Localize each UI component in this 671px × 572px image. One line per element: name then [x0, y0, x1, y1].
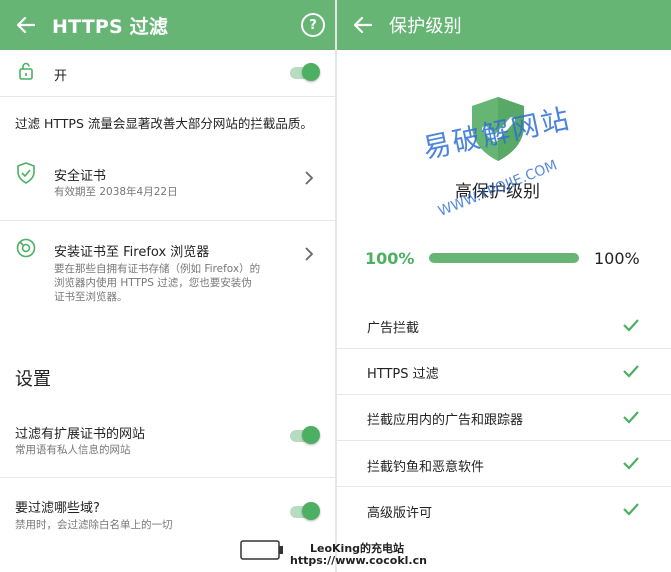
check-icon: [623, 411, 639, 424]
firefox-desc-line: 要在那些自拥有证书存储（例如 Firefox）的: [54, 263, 261, 275]
firefox-title: 安装证书至 Firefox 浏览器: [54, 245, 210, 260]
feature-item: 拦截钓鱼和恶意软件: [337, 441, 671, 486]
footer-branding: LeoKing的充电站 https://www.cocokl.cn: [0, 540, 671, 572]
filter-domains-setting-row[interactable]: 要过滤哪些域? 禁用时，会过滤除白名单上的一切: [0, 478, 335, 540]
check-icon: [623, 503, 639, 516]
feature-label: 广告拦截: [367, 321, 420, 336]
extended-cert-setting-row[interactable]: 过滤有扩展证书的网站 常用语有私人信息的网站: [0, 405, 335, 475]
feature-item: HTTPS 过滤: [337, 349, 671, 394]
https-filtering-screen: HTTPS 过滤 ? 开 过滤 HTTPS 流量会显著改善大部分网站的拦截品质。…: [0, 0, 335, 572]
progress-percent-left: 100%: [365, 249, 415, 268]
feature-label: HTTPS 过滤: [367, 367, 439, 382]
feature-label: 拦截应用内的广告和跟踪器: [367, 413, 524, 428]
lock-icon: [19, 62, 33, 80]
firefox-desc-line: 浏览器内使用 HTTPS 过滤，您也要安装伪: [54, 277, 252, 289]
filter-domains-toggle[interactable]: [286, 502, 320, 520]
feature-item: 拦截应用内的广告和跟踪器: [337, 395, 671, 440]
main-toggle-row[interactable]: 开: [0, 50, 335, 95]
check-icon: [623, 365, 639, 378]
progress-fill: [429, 253, 579, 263]
setting-subtitle: 常用语有私人信息的网站: [15, 444, 131, 456]
settings-section-title: 设置: [15, 369, 51, 390]
https-filter-toggle[interactable]: [286, 63, 320, 81]
certificate-title: 安全证书: [54, 169, 107, 184]
security-certificate-row[interactable]: 安全证书 有效期至 2038年4月22日: [0, 145, 335, 219]
chevron-right-icon: [305, 247, 314, 261]
battery-logo-icon: [240, 540, 283, 560]
install-cert-firefox-row[interactable]: 安装证书至 Firefox 浏览器 要在那些自拥有证书存储（例如 Firefox…: [0, 221, 335, 321]
setting-title: 过滤有扩展证书的网站: [15, 427, 146, 442]
check-icon: [623, 457, 639, 470]
page-title: 保护级别: [389, 16, 462, 37]
back-button[interactable]: [337, 0, 389, 50]
help-button[interactable]: ?: [301, 13, 325, 37]
feature-item: 广告拦截: [337, 302, 671, 348]
shield-check-icon: [17, 162, 35, 184]
setting-subtitle: 禁用时，会过滤除白名单上的一切: [15, 519, 173, 531]
back-arrow-icon: [17, 17, 35, 33]
help-icon: ?: [309, 17, 317, 33]
app-bar: HTTPS 过滤 ?: [0, 0, 335, 50]
feature-label: 高级版许可: [367, 506, 433, 521]
chevron-right-icon: [305, 171, 314, 185]
toggle-label: 开: [54, 69, 68, 84]
extended-cert-toggle[interactable]: [286, 426, 320, 444]
feature-label: 拦截钓鱼和恶意软件: [367, 460, 485, 475]
check-icon: [623, 319, 639, 332]
firefox-desc-line: 证书至浏览器。: [54, 291, 128, 303]
protection-level-screen: 保护级别 高保护级别 100% 100% 广告拦截 HTTPS 过滤 拦截应用内…: [337, 0, 671, 572]
back-arrow-icon: [354, 17, 372, 33]
footer-line2: https://www.cocokl.cn: [290, 554, 427, 567]
feature-item: 高级版许可: [337, 487, 671, 532]
protection-progress-bar: [429, 253, 579, 263]
app-bar: 保护级别: [337, 0, 671, 50]
install-certificate-icon: [16, 238, 36, 258]
certificate-expiry: 有效期至 2038年4月22日: [54, 186, 178, 198]
back-button[interactable]: [0, 0, 52, 50]
page-title: HTTPS 过滤: [52, 15, 169, 38]
divider: [0, 96, 335, 97]
setting-title: 要过滤哪些域?: [15, 501, 100, 516]
description-text: 过滤 HTTPS 流量会显著改善大部分网站的拦截品质。: [15, 116, 313, 131]
progress-percent-right: 100%: [594, 249, 640, 268]
